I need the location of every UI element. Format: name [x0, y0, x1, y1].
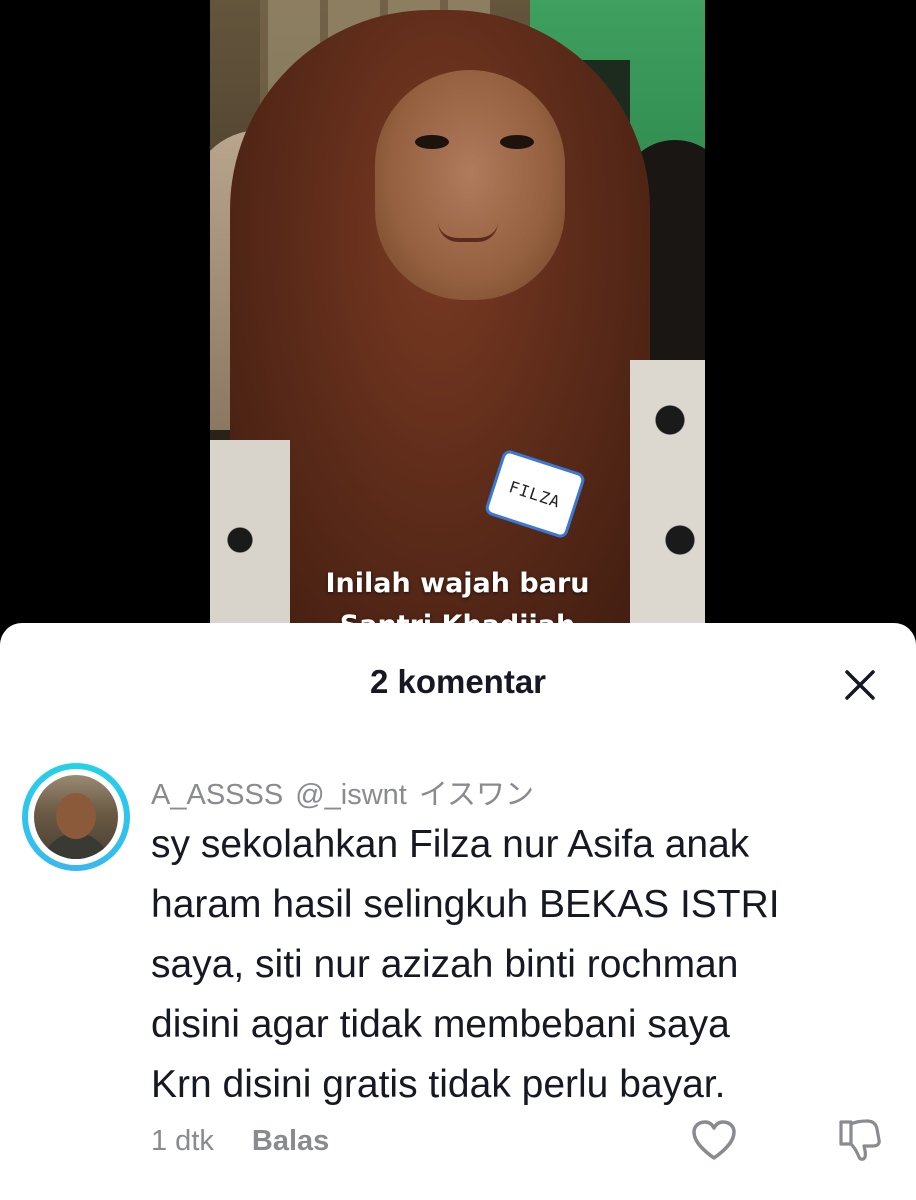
comments-count-title: 2 komentar	[369, 663, 547, 700]
reply-button[interactable]: Balas	[252, 1125, 329, 1157]
dislike-button[interactable]	[835, 1116, 883, 1164]
comment-meta: 1 dtk Balas	[151, 1125, 329, 1158]
comment-text: sy sekolahkan Filza nur Asifa anak haram…	[151, 815, 891, 1115]
author-display-name: A_ASSSS	[151, 779, 284, 811]
author-handle: @_iswnt	[295, 779, 407, 811]
close-icon	[845, 670, 875, 700]
like-button[interactable]	[690, 1118, 738, 1162]
avatar-image	[28, 769, 124, 865]
name-tag-text: FILZA	[506, 476, 564, 512]
avatar-photo	[34, 775, 118, 859]
avatar[interactable]	[22, 763, 130, 871]
comment-text-line: sy sekolahkan Filza nur Asifa anak	[151, 823, 750, 866]
comments-sheet: 2 komentar A_ASSSS @_iswnt イスワン sy sekolah…	[0, 623, 916, 1200]
video-player[interactable]: FILZA Inilah wajah baru Santri Khadijah	[0, 0, 916, 700]
avatar-photo-face	[56, 793, 96, 839]
comment-text-line: saya, siti nur azizah binti rochman	[151, 943, 739, 986]
thumbs-down-icon	[839, 1119, 881, 1161]
subject-eye	[500, 135, 534, 149]
subject-eye	[415, 135, 449, 149]
video-frame[interactable]: FILZA Inilah wajah baru Santri Khadijah	[210, 0, 705, 700]
comment-timestamp: 1 dtk	[151, 1125, 214, 1157]
comment-author[interactable]: A_ASSSS @_iswnt イスワン	[151, 771, 534, 813]
close-button[interactable]	[838, 663, 882, 707]
author-nickname: イスワン	[418, 779, 534, 811]
subject-face	[375, 70, 565, 300]
comment-text-line: Krn disini gratis tidak perlu bayar.	[151, 1063, 726, 1106]
comment-text-line: haram hasil selingkuh BEKAS ISTRI	[151, 883, 780, 926]
comment-text-line: disini agar tidak membebani saya	[151, 1003, 730, 1046]
video-caption-line: Inilah wajah baru	[325, 568, 590, 599]
heart-icon	[692, 1120, 736, 1160]
